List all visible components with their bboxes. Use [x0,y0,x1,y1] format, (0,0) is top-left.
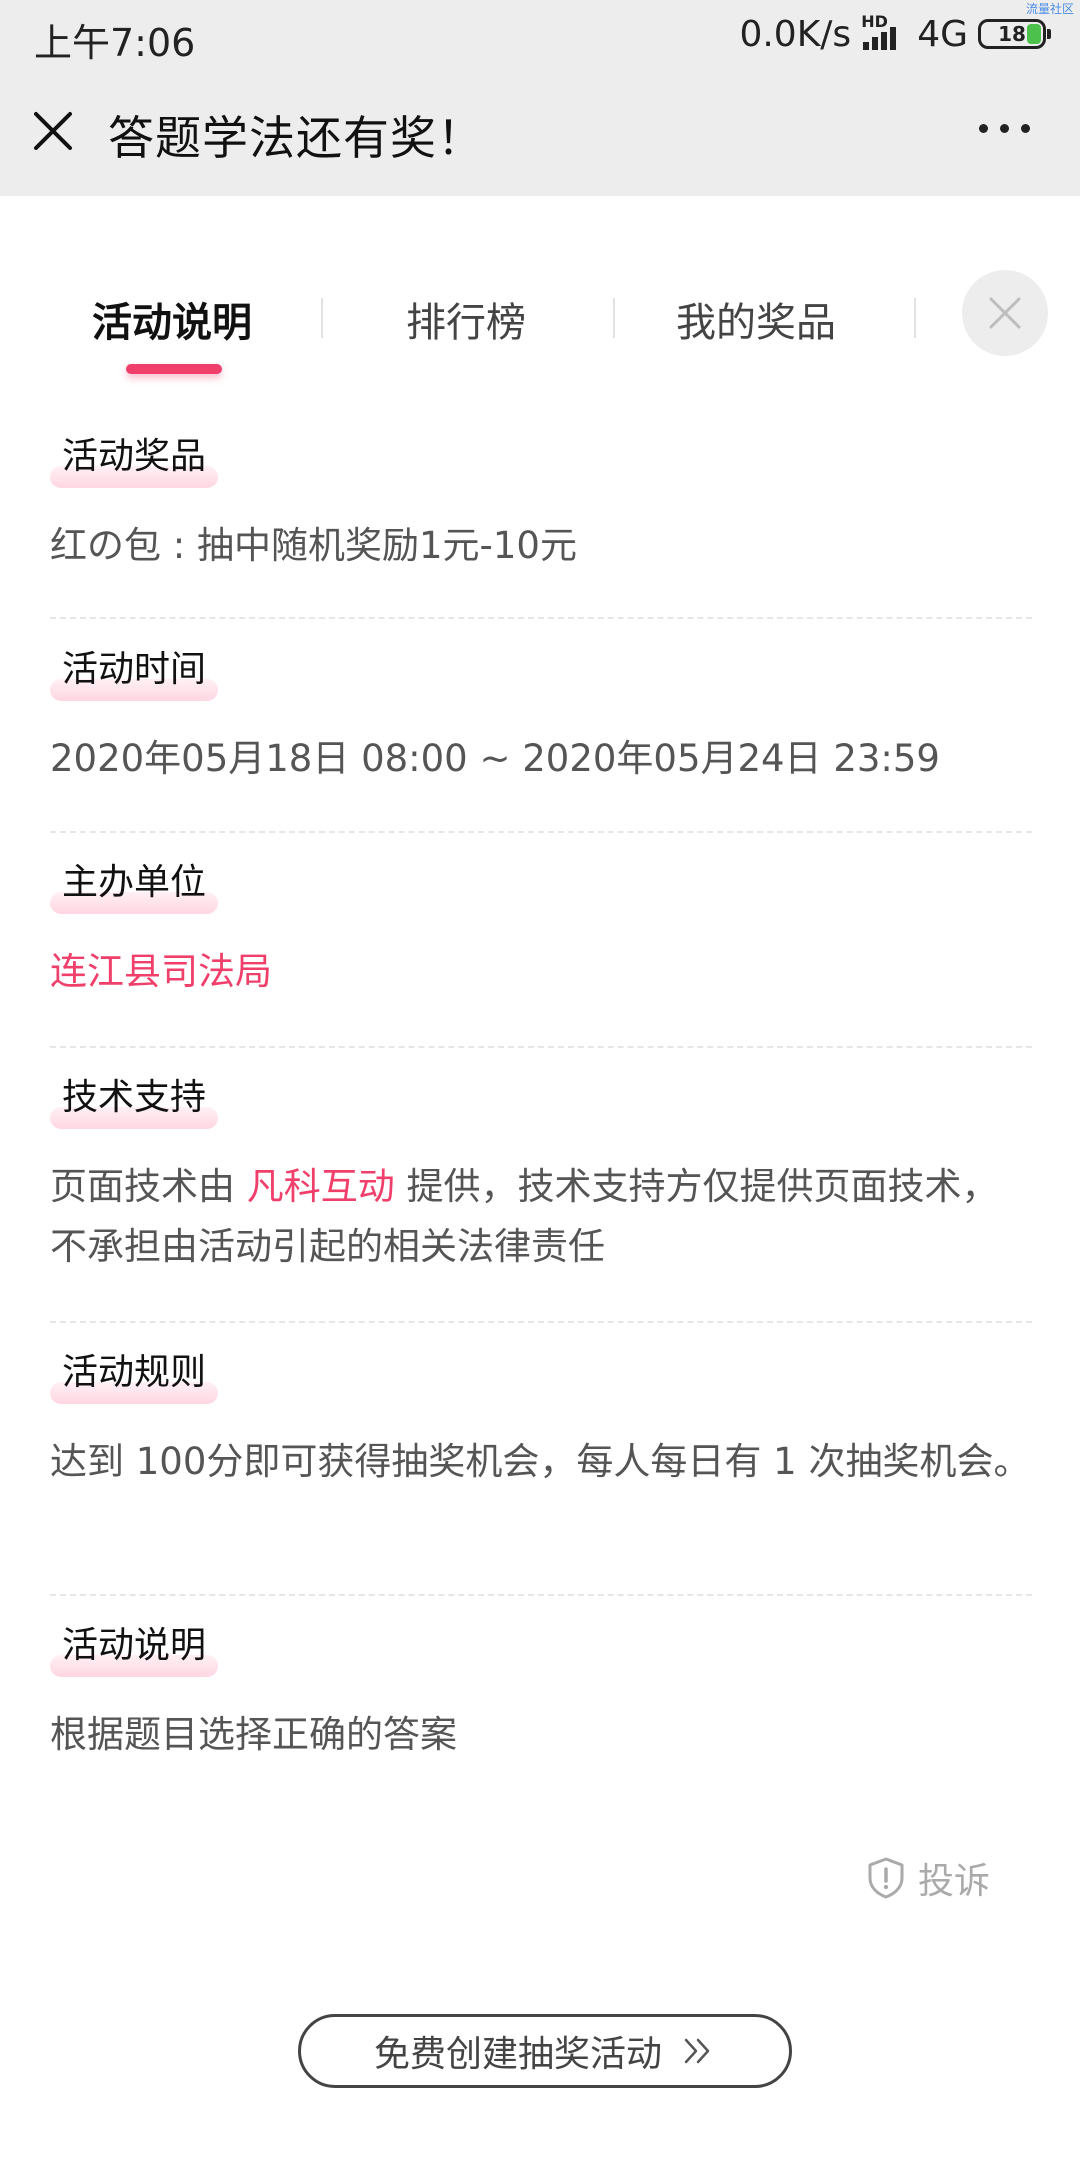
section-body: 页面技术由 凡科互动 提供，技术支持方仅提供页面技术，不承担由活动引起的相关法律… [50,1165,999,1268]
battery-level: 18 [998,22,1026,46]
status-indicators: 0.0K/s HD 4G 18 [739,10,1051,58]
net-speed: 0.0K/s [739,13,852,55]
panel-close-button[interactable] [962,270,1048,356]
create-button-label: 免费创建抽奖活动 [373,2034,662,2075]
tab-my-prizes[interactable]: 我的奖品 [676,290,836,348]
complaint-button[interactable]: 投诉 [866,1852,990,1904]
section-body: 红の包 : 抽中随机奖励1元-10元 [50,524,577,567]
divider [50,617,1032,619]
section-rules: 活动规则 达到 100分即可获得抽奖机会，每人每日有 1 次抽奖机会。 [50,1348,1032,1492]
close-icon [989,297,1021,329]
organizer-link[interactable]: 连江县司法局 [50,942,1032,1002]
battery-icon: 18 [978,19,1051,49]
provider-link[interactable]: 凡科互动 [247,1165,395,1208]
double-chevron-right-icon [684,2038,710,2064]
section-tag: 活动规则 [50,1348,219,1404]
divider [50,1046,1032,1048]
section-tag: 活动奖品 [50,432,219,488]
section-description: 活动说明 根据题目选择正确的答案 [50,1621,1032,1765]
tab-activity-info[interactable]: 活动说明 [92,290,252,348]
section-prizes: 活动奖品 红の包 : 抽中随机奖励1元-10元 [50,432,1032,576]
section-tag: 活动时间 [50,645,219,701]
divider [50,1321,1032,1323]
section-tag: 主办单位 [50,858,219,914]
close-icon[interactable] [30,108,80,158]
create-lottery-button[interactable]: 免费创建抽奖活动 [298,2014,792,2088]
section-tag: 技术支持 [50,1073,219,1129]
corner-tag: 流量社区 [1025,2,1074,16]
tab-divider [914,298,916,338]
divider [50,831,1032,833]
more-icon[interactable] [979,124,1030,133]
tab-divider [613,298,615,338]
shield-icon [868,1857,904,1899]
status-time: 上午7:06 [34,21,196,65]
tab-bar: 活动说明 排行榜 我的奖品 [0,260,1080,380]
section-body: 2020年05月18日 08:00 ~ 2020年05月24日 23:59 [50,737,940,780]
section-body: 根据题目选择正确的答案 [50,1713,457,1756]
tab-active-indicator [126,364,222,374]
tab-divider [321,298,323,338]
network-type: 4G [917,13,968,55]
section-organizer: 主办单位 连江县司法局 [50,858,1032,1002]
divider [50,1594,1032,1596]
page-title: 答题学法还有奖！ [108,111,484,165]
section-body: 达到 100分即可获得抽奖机会，每人每日有 1 次抽奖机会。 [50,1440,1031,1483]
complaint-label: 投诉 [918,1861,991,1902]
section-time: 活动时间 2020年05月18日 08:00 ~ 2020年05月24日 23:… [50,645,1032,789]
tab-leaderboard[interactable]: 排行榜 [406,290,526,348]
status-bar: 上午7:06 0.0K/s HD 4G 18 流量社区 [0,0,1080,68]
signal-icon: HD [861,12,907,54]
nav-bar: 答题学法还有奖！ [0,68,1080,196]
section-tag: 活动说明 [50,1621,219,1677]
section-tech-support: 技术支持 页面技术由 凡科互动 提供，技术支持方仅提供页面技术，不承担由活动引起… [50,1073,1032,1277]
